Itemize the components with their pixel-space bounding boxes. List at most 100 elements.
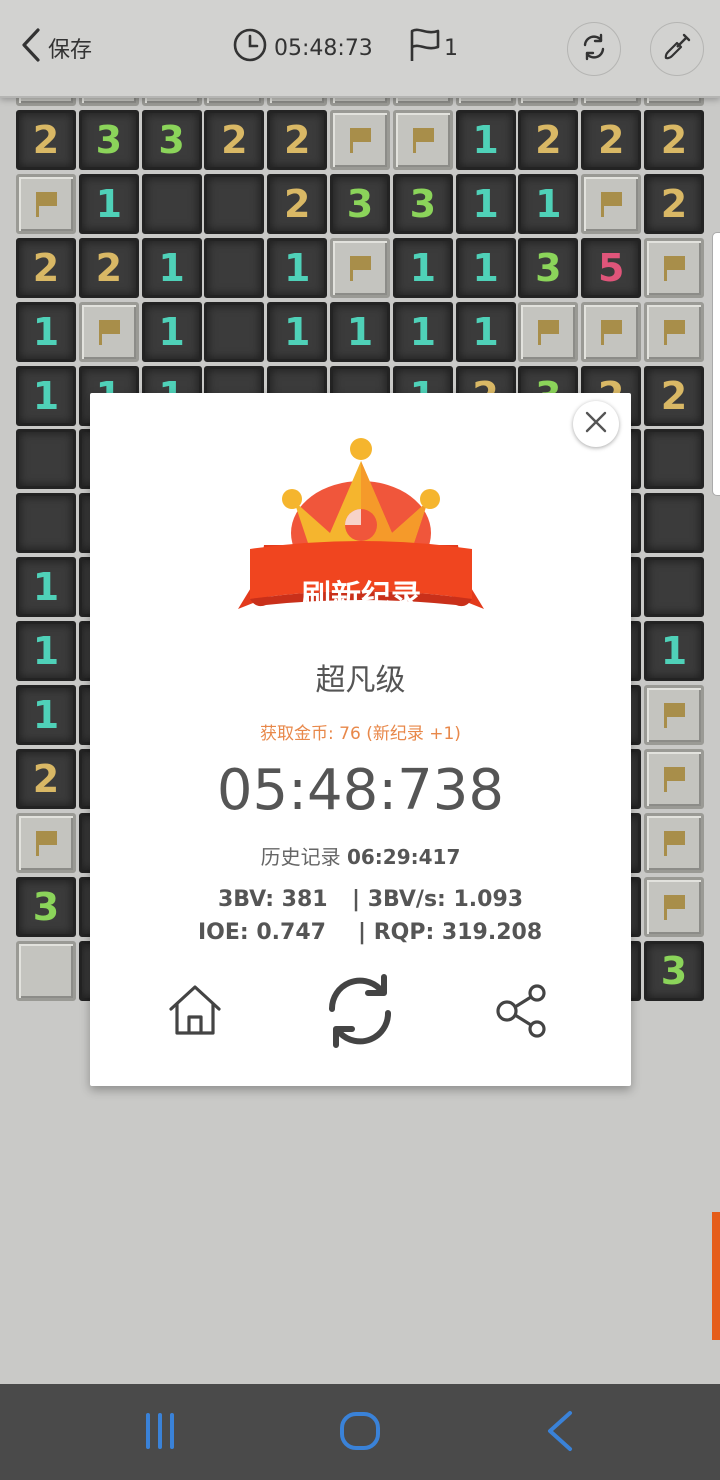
revealed-cell[interactable]: 1 — [455, 109, 516, 170]
revealed-cell[interactable]: 1 — [455, 237, 516, 298]
revealed-cell[interactable]: 3 — [392, 173, 453, 234]
revealed-cell[interactable]: 1 — [16, 301, 76, 362]
revealed-cell[interactable] — [644, 557, 704, 618]
home-button[interactable] — [155, 973, 235, 1053]
flagged-cell[interactable] — [518, 301, 579, 362]
revealed-cell[interactable]: 3 — [16, 876, 76, 937]
flagged-cell[interactable] — [581, 301, 642, 362]
recent-apps-button[interactable] — [130, 1408, 190, 1458]
flagged-cell[interactable] — [16, 812, 76, 873]
share-icon — [493, 981, 553, 1045]
flag-icon — [347, 253, 373, 283]
revealed-cell[interactable]: 1 — [267, 237, 328, 298]
clock-icon — [232, 27, 268, 69]
revealed-cell[interactable]: 3 — [330, 173, 390, 234]
final-time: 05:48:738 — [216, 758, 505, 823]
revealed-cell[interactable]: 1 — [141, 237, 202, 298]
revealed-cell[interactable]: 1 — [267, 301, 328, 362]
revealed-cell[interactable]: 1 — [16, 365, 76, 426]
revealed-cell[interactable]: 2 — [581, 109, 642, 170]
flagged-cell[interactable] — [330, 237, 390, 298]
covered-cell[interactable] — [16, 940, 76, 1001]
revealed-cell[interactable]: 1 — [455, 173, 516, 234]
coins-earned: 获取金币: 76 (新纪录 +1) — [260, 724, 461, 744]
flagged-cell[interactable] — [581, 173, 642, 234]
flagged-cell[interactable] — [330, 109, 390, 170]
flag-icon — [347, 125, 373, 155]
revealed-cell[interactable]: 1 — [392, 301, 453, 362]
cell-number: 5 — [597, 245, 625, 290]
cell-number: 1 — [283, 309, 311, 354]
flag-icon — [33, 828, 59, 858]
revealed-cell[interactable] — [644, 429, 704, 490]
revealed-cell[interactable]: 1 — [644, 621, 704, 682]
revealed-cell[interactable]: 1 — [455, 301, 516, 362]
flagged-cell[interactable] — [644, 748, 704, 809]
cell-number: 3 — [346, 181, 374, 226]
revealed-cell[interactable] — [204, 237, 265, 298]
close-button[interactable] — [573, 401, 619, 447]
share-button[interactable] — [483, 973, 563, 1053]
flagged-cell[interactable] — [16, 173, 76, 234]
revealed-cell[interactable]: 2 — [518, 109, 579, 170]
revealed-cell[interactable]: 2 — [644, 109, 704, 170]
nav-home-button[interactable] — [330, 1408, 390, 1458]
flag-icon — [408, 27, 442, 69]
revealed-cell[interactable]: 2 — [267, 109, 328, 170]
cell-number: 3 — [95, 117, 123, 162]
stat-3bv-per-second: | 3BV/s: 1.093 — [352, 887, 524, 912]
revealed-cell[interactable] — [644, 493, 704, 554]
flagged-cell[interactable] — [644, 301, 704, 362]
cell-number: 2 — [283, 181, 311, 226]
revealed-cell[interactable] — [16, 429, 76, 490]
revealed-cell[interactable]: 2 — [267, 173, 328, 234]
revealed-cell[interactable]: 2 — [644, 365, 704, 426]
revealed-cell[interactable]: 1 — [16, 557, 76, 618]
revealed-cell[interactable]: 1 — [16, 685, 76, 745]
cell-number: 3 — [409, 181, 437, 226]
flagged-cell[interactable] — [644, 685, 704, 745]
revealed-cell[interactable]: 1 — [392, 237, 453, 298]
revealed-cell[interactable]: 3 — [78, 109, 139, 170]
cell-number: 1 — [346, 309, 374, 354]
revealed-cell[interactable]: 1 — [16, 621, 76, 682]
revealed-cell[interactable]: 2 — [78, 237, 139, 298]
revealed-cell[interactable]: 2 — [644, 173, 704, 234]
revealed-cell[interactable]: 2 — [16, 109, 76, 170]
cell-number: 1 — [32, 629, 60, 674]
revealed-cell[interactable]: 3 — [644, 940, 704, 1001]
revealed-cell[interactable]: 5 — [581, 237, 642, 298]
refresh-button[interactable] — [567, 22, 621, 76]
revealed-cell[interactable] — [141, 173, 202, 234]
revealed-cell[interactable]: 1 — [518, 173, 579, 234]
back-label: 保存 — [48, 38, 93, 63]
revealed-cell[interactable]: 3 — [518, 237, 579, 298]
revealed-cell[interactable] — [204, 173, 265, 234]
restart-button[interactable] — [320, 973, 400, 1053]
refresh-icon — [579, 32, 609, 66]
revealed-cell[interactable]: 1 — [330, 301, 390, 362]
revealed-cell[interactable] — [204, 301, 265, 362]
cell-number: 3 — [535, 245, 562, 290]
cell-number: 1 — [158, 309, 185, 354]
cell-number: 2 — [660, 181, 688, 226]
flagged-cell[interactable] — [392, 109, 453, 170]
revealed-cell[interactable]: 2 — [16, 237, 76, 298]
revealed-cell[interactable]: 2 — [204, 109, 265, 170]
nav-back-button[interactable] — [530, 1408, 590, 1458]
game-timer: 05:48:73 — [232, 0, 373, 96]
flagged-cell[interactable] — [644, 237, 704, 298]
revealed-cell[interactable]: 2 — [16, 748, 76, 809]
revealed-cell[interactable]: 1 — [141, 301, 202, 362]
back-button[interactable]: 保存 — [20, 0, 92, 96]
flagged-cell[interactable] — [644, 876, 704, 937]
revealed-cell[interactable]: 1 — [78, 173, 139, 234]
cell-number: 1 — [283, 245, 311, 290]
revealed-cell[interactable]: 3 — [141, 109, 202, 170]
shovel-button[interactable] — [650, 22, 704, 76]
flagged-cell[interactable] — [78, 301, 139, 362]
revealed-cell[interactable] — [16, 493, 76, 554]
side-scroll-handle[interactable] — [712, 232, 720, 496]
record-result-dialog: 刷新纪录 超凡级 获取金币: 76 (新纪录 +1) 05:48:738 历史记… — [90, 393, 631, 1086]
flagged-cell[interactable] — [644, 812, 704, 873]
